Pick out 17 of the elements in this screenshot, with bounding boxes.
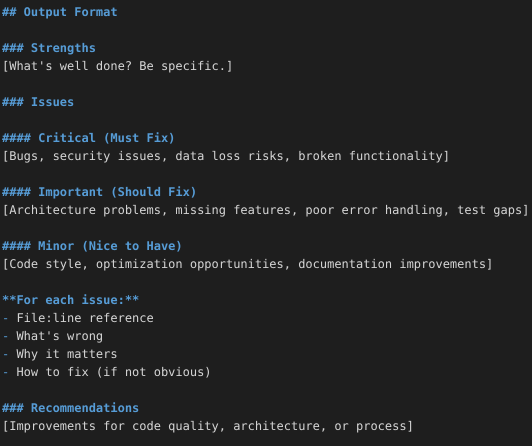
markdown-heading: ### Issues [2,94,74,111]
markdown-heading: ### Recommendations [2,400,140,417]
list-item: - How to fix (if not obvious) [2,364,212,381]
text-line: [What's well done? Be specific.] [2,58,234,75]
list-item: - Why it matters [2,346,118,363]
markdown-heading: #### Critical (Must Fix) [2,130,176,147]
bold-text-line: **For each issue:** [2,292,140,309]
markdown-heading: ### Strengths [2,40,96,57]
text-line: [Bugs, security issues, data loss risks, broken functionality] [2,148,450,165]
list-item: - File:line reference [2,310,154,327]
text-line: [Architecture problems, missing features, poor error handling, test gaps] [2,202,530,219]
markdown-heading: ## Output Format [2,4,118,21]
text-line: [Code style, optimization opportunities, documentation improvements] [2,256,494,273]
markdown-heading: #### Important (Should Fix) [2,184,198,201]
markdown-heading: #### Minor (Nice to Have) [2,238,183,255]
list-item: - What's wrong [2,328,104,345]
text-line: [Improvements for code quality, architecture, or process] [2,418,414,435]
